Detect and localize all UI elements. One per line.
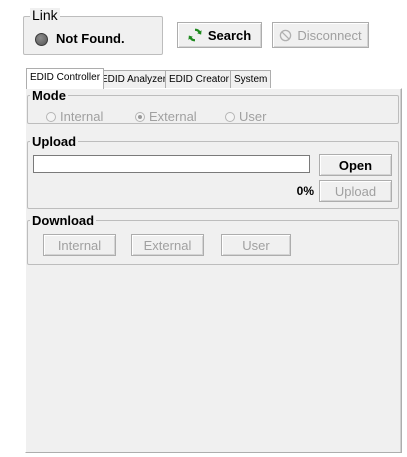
link-group-title: Link bbox=[30, 7, 60, 23]
search-button[interactable]: Search bbox=[177, 22, 262, 48]
radio-checked-icon bbox=[135, 111, 145, 122]
upload-button-label: Upload bbox=[334, 183, 377, 199]
disconnect-button[interactable]: Disconnect bbox=[272, 22, 369, 48]
link-group: Link Not Found. bbox=[23, 8, 163, 55]
download-external-label: External bbox=[143, 237, 192, 253]
open-button[interactable]: Open bbox=[319, 154, 392, 176]
mode-option-external-label: External bbox=[149, 109, 197, 124]
disconnect-button-label: Disconnect bbox=[297, 27, 362, 43]
tab-system[interactable]: System bbox=[230, 70, 272, 88]
radio-icon bbox=[46, 111, 56, 122]
download-internal-label: Internal bbox=[57, 237, 102, 253]
status-led-icon bbox=[35, 33, 48, 46]
mode-option-external[interactable]: External bbox=[135, 109, 197, 124]
download-internal-button[interactable]: Internal bbox=[43, 234, 116, 256]
radio-icon bbox=[225, 111, 235, 122]
mode-option-internal[interactable]: Internal bbox=[46, 109, 103, 124]
upload-group-title: Upload bbox=[30, 134, 79, 149]
tab-edid-creator[interactable]: EDID Creator bbox=[165, 70, 234, 88]
refresh-icon bbox=[188, 28, 202, 42]
mode-option-user[interactable]: User bbox=[225, 109, 266, 124]
upload-button[interactable]: Upload bbox=[319, 180, 392, 202]
search-button-label: Search bbox=[207, 27, 252, 43]
download-user-label: User bbox=[242, 237, 270, 253]
file-path-input[interactable] bbox=[33, 155, 310, 173]
tab-edid-analyzer[interactable]: EDID Analyzer bbox=[97, 70, 171, 88]
mode-group-title: Mode bbox=[30, 88, 68, 103]
open-button-label: Open bbox=[338, 157, 373, 173]
upload-progress: 0% bbox=[296, 184, 314, 198]
download-user-button[interactable]: User bbox=[221, 234, 291, 256]
download-group-title: Download bbox=[30, 213, 97, 228]
link-status: Not Found. bbox=[56, 31, 125, 46]
disconnect-icon bbox=[279, 29, 292, 42]
tab-edid-controller[interactable]: EDID Controller bbox=[26, 68, 105, 89]
mode-option-user-label: User bbox=[239, 109, 267, 124]
mode-option-internal-label: Internal bbox=[60, 109, 104, 124]
download-external-button[interactable]: External bbox=[131, 234, 204, 256]
